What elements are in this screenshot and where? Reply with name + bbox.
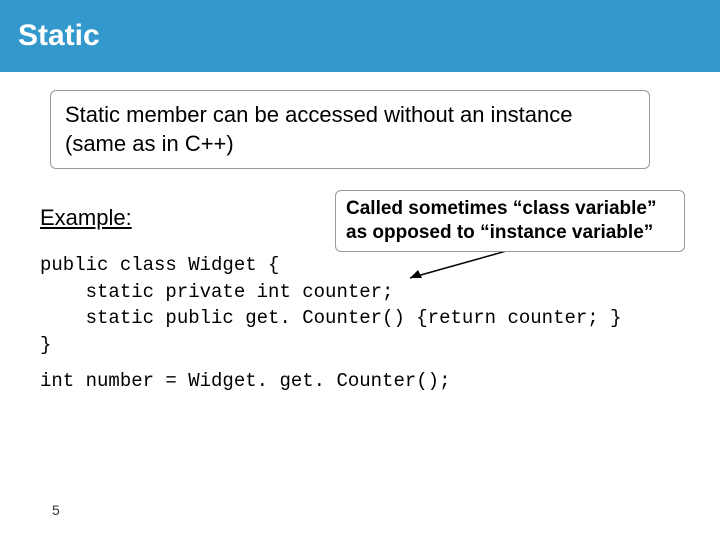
callout-line-1: Called sometimes “class variable” [346, 198, 657, 219]
code-l3: static public get. Counter() {return cou… [40, 307, 622, 329]
code-block-1: public class Widget { static private int… [40, 252, 622, 358]
code-l4: } [40, 334, 51, 356]
main-statement-box: Static member can be accessed without an… [50, 90, 650, 169]
code-l2: static private int counter; [40, 281, 393, 303]
callout-line-2: as opposed to “instance variable” [346, 222, 653, 243]
callout-box: Called sometimes “class variable” as opp… [335, 190, 685, 252]
page-number: 5 [52, 502, 60, 518]
main-statement-text: Static member can be accessed without an… [65, 102, 573, 156]
slide-title: Static [18, 19, 100, 53]
title-bar: Static [0, 0, 720, 72]
slide: Static Static member can be accessed wit… [0, 0, 720, 540]
arrow-icon [400, 248, 530, 283]
example-heading: Example: [40, 205, 132, 231]
code-l1: public class Widget { [40, 254, 279, 276]
code-block-2: int number = Widget. get. Counter(); [40, 370, 450, 392]
